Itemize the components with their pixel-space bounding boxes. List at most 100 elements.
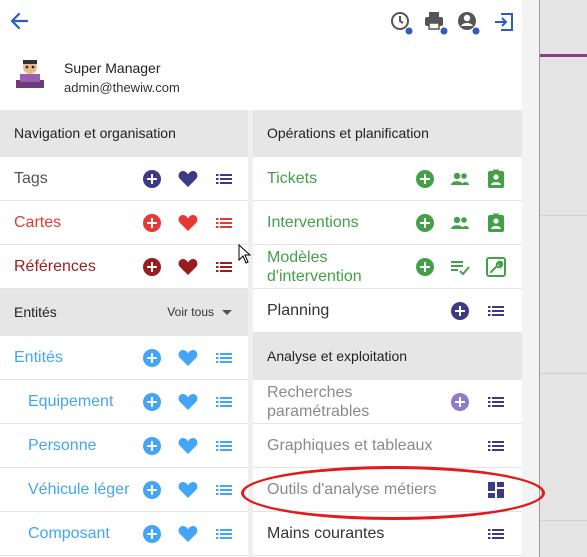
add-icon[interactable]	[449, 300, 471, 322]
add-icon[interactable]	[141, 212, 163, 234]
menu-item-outils-analyse-metiers[interactable]: Outils d'analyse métiers	[253, 468, 522, 512]
add-icon[interactable]	[141, 168, 163, 190]
navigation-drawer: Super Manager admin@thewiw.com Navigatio…	[0, 0, 522, 557]
add-icon[interactable]	[141, 391, 163, 413]
menu-item-cartes[interactable]: Cartes	[0, 201, 248, 245]
menu-item-label-line1: Recherches	[267, 384, 353, 401]
printer-settings-icon[interactable]	[423, 10, 449, 36]
chevron-down-icon	[222, 310, 232, 316]
right-column: Opérations et planification Tickets Inte…	[253, 110, 522, 557]
assigned-users-icon[interactable]	[449, 168, 471, 190]
add-icon[interactable]	[141, 256, 163, 278]
menu-item-tickets[interactable]: Tickets	[253, 157, 522, 201]
assignment-icon[interactable]	[485, 168, 507, 190]
add-icon[interactable]	[141, 523, 163, 545]
favorite-icon[interactable]	[177, 391, 199, 413]
favorite-icon[interactable]	[177, 523, 199, 545]
section-header-analysis: Analyse et exploitation	[253, 333, 522, 380]
list-icon[interactable]	[213, 256, 235, 278]
menu-item-label: Références	[14, 258, 96, 275]
menu-item-interventions[interactable]: Interventions	[253, 201, 522, 245]
checklist-icon[interactable]	[449, 256, 471, 278]
menu-item-label: Modèles d'intervention	[267, 248, 362, 286]
menu-item-label: Tickets	[267, 170, 318, 187]
dashboard-icon[interactable]	[485, 479, 507, 501]
background-gridline	[540, 215, 587, 216]
menu-item-label-line2: d'intervention	[267, 268, 362, 285]
menu-item-modeles-intervention[interactable]: Modèles d'intervention	[253, 245, 522, 289]
favorite-icon[interactable]	[177, 256, 199, 278]
clock-settings-icon[interactable]	[389, 10, 415, 36]
section-header-label: Entités	[14, 304, 57, 320]
menu-item-label: Mains courantes	[267, 525, 385, 542]
wrench-icon[interactable]	[485, 256, 507, 278]
favorite-icon[interactable]	[177, 347, 199, 369]
drawer-topbar	[0, 0, 522, 46]
menu-item-label: Personne	[28, 437, 97, 454]
assigned-users-icon[interactable]	[449, 212, 471, 234]
menu-item-label: Véhicule léger	[28, 481, 130, 498]
add-icon[interactable]	[141, 435, 163, 457]
menu-item-mains-courantes[interactable]: Mains courantes	[253, 512, 522, 556]
favorite-icon[interactable]	[177, 168, 199, 190]
list-icon[interactable]	[213, 435, 235, 457]
list-icon[interactable]	[213, 479, 235, 501]
list-icon[interactable]	[213, 168, 235, 190]
favorite-icon[interactable]	[177, 479, 199, 501]
menu-item-planning[interactable]: Planning	[253, 289, 522, 333]
add-icon[interactable]	[449, 391, 471, 413]
add-icon[interactable]	[141, 347, 163, 369]
add-icon[interactable]	[141, 479, 163, 501]
menu-item-label: Equipement	[28, 393, 114, 410]
menu-item-label: Recherches paramétrables	[267, 383, 369, 421]
list-icon[interactable]	[213, 212, 235, 234]
entities-filter-label: Voir tous	[167, 305, 214, 319]
background-gridline	[540, 520, 587, 521]
menu-item-label-line1: Modèles	[267, 249, 328, 266]
avatar	[12, 56, 48, 92]
menu-item-label: Graphiques et tableaux	[267, 437, 433, 454]
menu-item-references[interactable]: Références	[0, 245, 248, 289]
favorite-icon[interactable]	[177, 212, 199, 234]
logout-icon[interactable]	[492, 10, 518, 36]
favorite-icon[interactable]	[177, 435, 199, 457]
list-icon[interactable]	[485, 435, 507, 457]
user-profile: Super Manager admin@thewiw.com	[0, 46, 522, 110]
menu-item-tags[interactable]: Tags	[0, 157, 248, 201]
left-column: Navigation et organisation Tags Cartes R…	[0, 110, 248, 557]
menu-item-label: Composant	[28, 525, 110, 542]
list-icon[interactable]	[485, 391, 507, 413]
menu-item-vehicule-leger[interactable]: Véhicule léger	[0, 468, 248, 512]
user-email: admin@thewiw.com	[64, 80, 180, 95]
section-header-navigation: Navigation et organisation	[0, 110, 248, 157]
menu-item-graphiques-tableaux[interactable]: Graphiques et tableaux	[253, 424, 522, 468]
background-accent-bar	[540, 54, 587, 57]
menu-item-personne[interactable]: Personne	[0, 424, 248, 468]
background-scroll-strip	[522, 0, 539, 557]
back-arrow-icon[interactable]	[8, 10, 30, 32]
menu-item-entites[interactable]: Entités	[0, 336, 248, 380]
add-icon[interactable]	[414, 256, 436, 278]
menu-item-equipement[interactable]: Equipement	[0, 380, 248, 424]
menu-item-recherches-parametrables[interactable]: Recherches paramétrables	[253, 380, 522, 424]
menu-item-composant[interactable]: Composant	[0, 512, 248, 556]
background-divider	[539, 0, 540, 557]
menu-item-label-line2: paramétrables	[267, 403, 370, 420]
list-icon[interactable]	[213, 523, 235, 545]
list-icon[interactable]	[485, 300, 507, 322]
menu-item-label: Outils d'analyse métiers	[267, 481, 437, 498]
menu-item-label: Interventions	[267, 214, 359, 231]
section-header-entities: Entités Voir tous	[0, 289, 248, 336]
list-icon[interactable]	[213, 391, 235, 413]
add-icon[interactable]	[414, 212, 436, 234]
account-settings-icon[interactable]	[456, 10, 482, 36]
menu-item-label: Entités	[14, 349, 63, 366]
assignment-icon[interactable]	[485, 212, 507, 234]
user-name: Super Manager	[64, 60, 161, 76]
entities-filter-dropdown[interactable]: Voir tous	[167, 289, 232, 336]
list-icon[interactable]	[485, 523, 507, 545]
menu-item-label: Planning	[267, 302, 330, 319]
list-icon[interactable]	[213, 347, 235, 369]
add-icon[interactable]	[414, 168, 436, 190]
background-gridline	[540, 373, 587, 374]
